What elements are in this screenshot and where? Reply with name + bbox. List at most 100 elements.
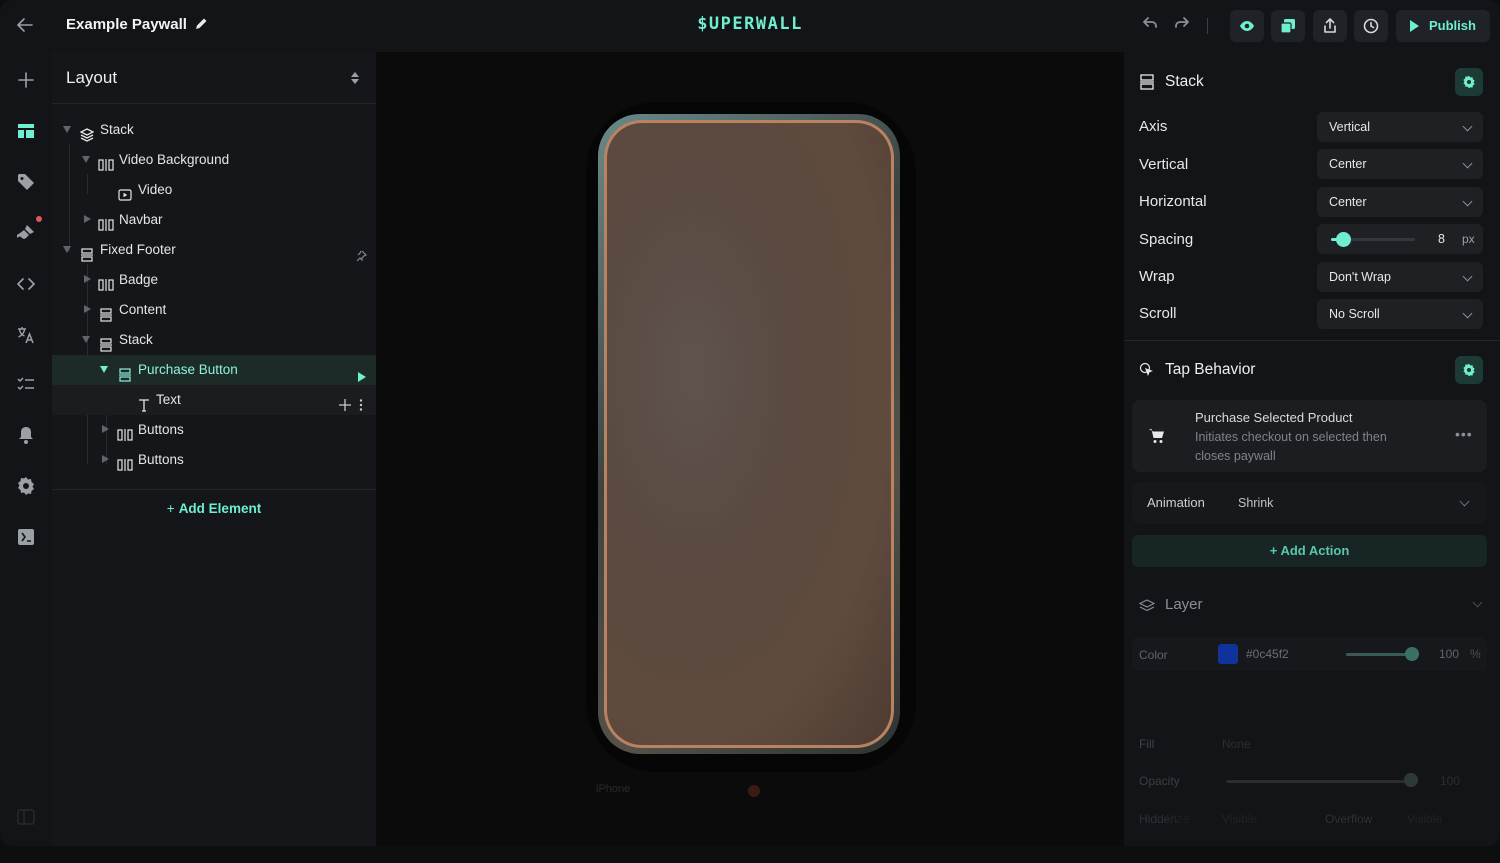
opacity-value[interactable]: 100 (1440, 774, 1460, 788)
color-opacity-knob[interactable] (1405, 647, 1419, 661)
color-opacity-unit: % (1470, 647, 1481, 661)
add-child-icon[interactable] (338, 393, 352, 411)
vertical-select[interactable]: Center (1317, 149, 1483, 179)
caret-down-icon[interactable] (82, 336, 90, 343)
layout-icon[interactable] (16, 121, 36, 141)
spacing-slider-knob[interactable] (1335, 232, 1351, 247)
sort-icon[interactable] (350, 71, 360, 85)
caret-right-icon[interactable] (102, 455, 109, 463)
code-icon[interactable] (16, 274, 36, 294)
pencil-icon[interactable] (194, 17, 210, 33)
translate-icon[interactable] (16, 325, 36, 345)
history-button[interactable] (1354, 10, 1388, 42)
spacing-unit: px (1462, 232, 1475, 246)
add-icon[interactable] (16, 70, 36, 90)
hstack-icon (117, 423, 133, 441)
hidden-value[interactable]: Visible (1222, 812, 1257, 826)
caret-right-icon[interactable] (84, 275, 91, 283)
caret-right-icon[interactable] (102, 425, 109, 433)
tree-row[interactable]: Text (52, 385, 376, 415)
settings-icon[interactable] (16, 476, 36, 496)
hstack-icon (98, 273, 114, 291)
fill-value[interactable]: None (1222, 737, 1251, 751)
vertical-value: Center (1329, 157, 1367, 171)
opacity-slider[interactable] (1226, 780, 1410, 783)
caret-right-icon[interactable] (84, 305, 91, 313)
color-hex[interactable]: #0c45f2 (1246, 647, 1289, 661)
pin-icon[interactable] (355, 243, 369, 262)
caret-down-icon[interactable] (63, 246, 71, 253)
eye-icon (1240, 21, 1254, 31)
window-bottom-edge (0, 846, 1500, 863)
tree-row[interactable]: Video (52, 175, 376, 205)
phone-screen[interactable] (607, 123, 891, 745)
toolbar-divider (1207, 18, 1208, 34)
bell-icon[interactable] (16, 425, 36, 445)
tree-row[interactable]: Stack (52, 325, 376, 355)
more-vertical-icon[interactable] (357, 393, 371, 411)
paint-icon[interactable] (16, 223, 36, 243)
layer-section-title[interactable]: Layer (1165, 596, 1203, 613)
left-rail (0, 52, 52, 846)
size-section-title[interactable]: Size (1165, 811, 1190, 826)
publish-button[interactable]: Publish (1396, 10, 1490, 42)
tree-row-selected[interactable]: Purchase Button (52, 355, 376, 385)
device-label[interactable]: iPhone (596, 783, 630, 795)
color-opacity-slider[interactable] (1346, 653, 1412, 656)
layers-header[interactable]: Layout (52, 52, 376, 104)
vstack-icon (118, 363, 132, 382)
tree-row[interactable]: Navbar (52, 205, 376, 235)
tree-label: Badge (119, 272, 159, 287)
opacity-knob[interactable] (1404, 773, 1418, 787)
caret-right-icon[interactable] (84, 215, 91, 223)
tree-row[interactable]: Buttons (52, 415, 376, 445)
add-element-button[interactable]: + Add Element (52, 501, 376, 516)
caret-down-icon[interactable] (100, 366, 108, 373)
tree-row[interactable]: Video Background (52, 145, 376, 175)
clock-icon (1363, 18, 1379, 34)
paywall-title[interactable]: Example Paywall (66, 16, 187, 33)
variables-icon[interactable] (16, 527, 36, 547)
tree-label: Video (138, 182, 173, 197)
tree-row[interactable]: Fixed Footer (52, 235, 376, 265)
duplicate-button[interactable] (1271, 10, 1305, 42)
color-opacity-value[interactable]: 100 (1439, 647, 1459, 661)
overflow-value[interactable]: Visible (1407, 812, 1442, 826)
chevron-down-icon (1462, 121, 1473, 132)
tree-row[interactable]: Buttons (52, 445, 376, 475)
color-swatch[interactable] (1218, 644, 1238, 664)
horizontal-select[interactable]: Center (1317, 187, 1483, 217)
share-button[interactable] (1313, 10, 1347, 42)
collapse-sidebar-icon[interactable] (16, 807, 36, 827)
scroll-select[interactable]: No Scroll (1317, 299, 1483, 329)
tree-row[interactable]: Stack (52, 115, 376, 145)
more-horizontal-icon[interactable]: ••• (1455, 426, 1473, 442)
animation-value: Shrink (1238, 496, 1274, 510)
axis-select[interactable]: Vertical (1317, 112, 1483, 142)
tap-settings-button[interactable] (1455, 356, 1483, 384)
checklist-icon[interactable] (16, 374, 36, 394)
add-action-button[interactable]: + Add Action (1132, 535, 1487, 567)
undo-icon[interactable] (1140, 16, 1160, 36)
canvas[interactable]: iPhone (376, 52, 1124, 846)
redo-icon[interactable] (1172, 16, 1192, 36)
chevron-down-icon[interactable] (1472, 597, 1483, 608)
play-icon[interactable] (357, 364, 371, 382)
layers-title: Layout (66, 68, 118, 87)
add-element-label: Add Element (178, 501, 262, 516)
tag-icon[interactable] (16, 172, 36, 192)
stack-settings-button[interactable] (1455, 68, 1483, 96)
tree-row[interactable]: Content (52, 295, 376, 325)
wrap-select[interactable]: Don't Wrap (1317, 262, 1483, 292)
gear-icon (1463, 363, 1475, 377)
tree-row[interactable]: Badge (52, 265, 376, 295)
spacing-value[interactable]: 8 (1438, 224, 1445, 254)
phone-preview[interactable] (598, 114, 900, 754)
animation-select[interactable]: Shrink (1230, 488, 1476, 518)
back-arrow-icon[interactable] (12, 14, 38, 38)
phone-bezel (604, 120, 894, 748)
purchase-action-card[interactable]: Purchase Selected Product Initiates chec… (1132, 400, 1487, 472)
preview-button[interactable] (1230, 10, 1264, 42)
caret-down-icon[interactable] (82, 156, 90, 163)
caret-down-icon[interactable] (63, 126, 71, 133)
